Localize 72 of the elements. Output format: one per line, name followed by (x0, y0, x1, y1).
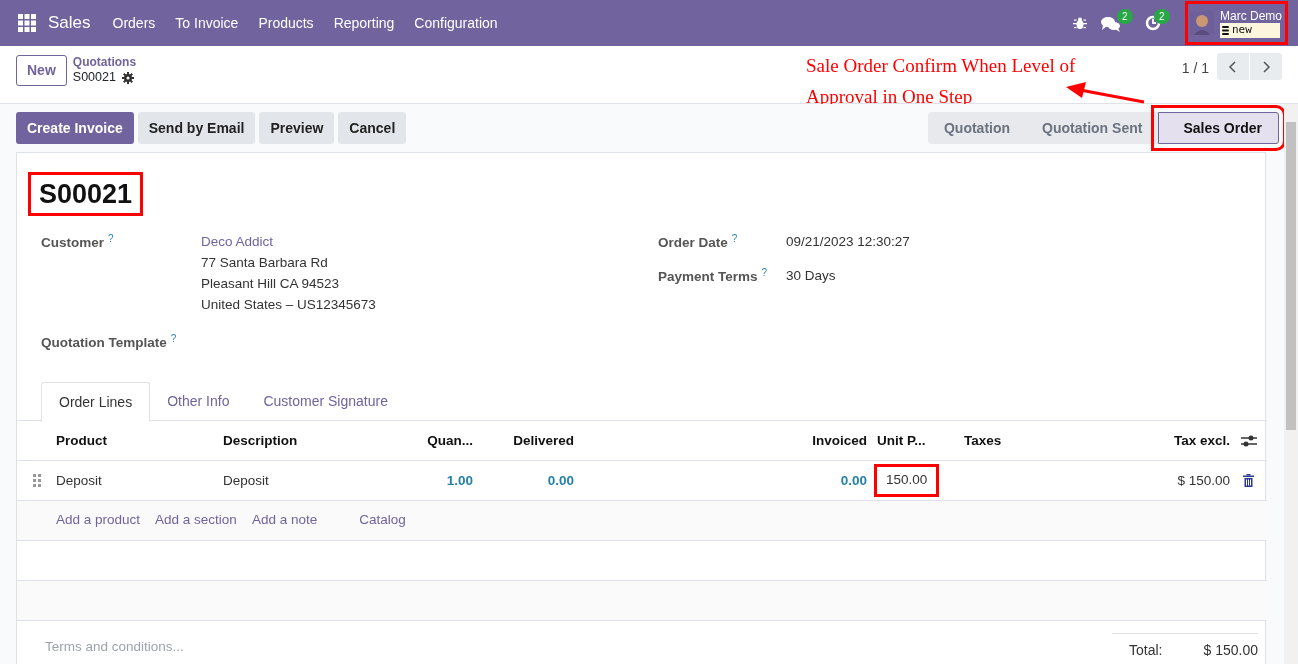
field-value: Pleasant Hill CA 94523 (201, 275, 341, 293)
action-button[interactable]: Create Invoice (16, 112, 134, 144)
menu-item[interactable]: To Invoice (165, 12, 249, 34)
action-button[interactable]: Preview (259, 112, 335, 144)
count-badge: 2 (1117, 9, 1133, 24)
user-menu[interactable]: Marc Demo new (1185, 1, 1288, 45)
next-button[interactable] (1250, 53, 1282, 80)
column-header[interactable]: Product (56, 432, 107, 448)
delete-icon[interactable] (1243, 474, 1254, 487)
clock-icon[interactable] (1145, 15, 1161, 31)
column-header[interactable]: Delivered (513, 432, 574, 448)
table-cell: 0.00 (547, 472, 574, 488)
field-value: 77 Santa Barbara Rd (201, 254, 329, 272)
column-header[interactable]: Tax excl. (1173, 432, 1230, 448)
help-mark[interactable]: ? (731, 233, 738, 245)
action-button[interactable]: Send by Email (137, 112, 256, 144)
breadcrumb-link[interactable]: Quotations (72, 55, 137, 70)
pager-value: 1 / 1 (1181, 59, 1209, 78)
field-label: Quotation Template (41, 334, 167, 352)
drag-handle-icon[interactable] (32, 474, 41, 487)
field-value: 30 Days (786, 267, 836, 285)
database-icon (1222, 25, 1229, 35)
record-title: S00021 (31, 175, 141, 213)
field-label: Payment Terms (658, 268, 758, 286)
record-name: S00021 (72, 70, 116, 85)
table-cell: 1.00 (446, 472, 473, 488)
total-value: $ 150.00 (1203, 641, 1258, 660)
table-cell-text: Deposit (56, 471, 102, 490)
scrollbar[interactable] (1284, 104, 1298, 664)
field-value: 09/21/2023 12:30:27 (786, 233, 910, 251)
table-cell: 0.00 (840, 472, 867, 488)
settings-icon[interactable] (121, 71, 134, 84)
field-label: Customer (41, 234, 104, 252)
field-label: Order Date (658, 234, 728, 252)
app-grid-icon[interactable] (18, 14, 36, 32)
database-name: new (1232, 23, 1252, 37)
add-line-link[interactable]: Add a product (56, 510, 141, 531)
menu-item[interactable]: Configuration (404, 12, 508, 34)
bug-icon[interactable] (1073, 16, 1087, 30)
column-header[interactable]: Taxes (964, 432, 1002, 448)
menu-item[interactable]: Reporting (323, 12, 405, 34)
catalog-link[interactable]: Catalog (359, 510, 406, 531)
new-button[interactable]: New (16, 55, 67, 86)
help-mark[interactable]: ? (108, 233, 114, 245)
customer-link[interactable]: Deco Addict (201, 231, 376, 252)
status-step[interactable]: Quotation (927, 112, 1027, 144)
field-value: United States – US12345673 (201, 296, 376, 314)
help-mark[interactable]: ? (170, 333, 177, 345)
chat-icon[interactable] (1101, 16, 1121, 32)
table-cell-text: Deposit (223, 471, 269, 490)
action-button[interactable]: Cancel (338, 112, 407, 144)
menu-item[interactable]: Products (248, 12, 324, 34)
menu-item[interactable]: Orders (102, 12, 166, 34)
tab[interactable]: Other Info (150, 382, 247, 421)
add-line-link[interactable]: Add a note (251, 510, 318, 531)
scrollbar-thumb[interactable] (1286, 122, 1296, 430)
tab[interactable]: Customer Signature (246, 382, 405, 421)
help-mark[interactable]: ? (761, 267, 768, 279)
column-header[interactable]: Description (223, 432, 298, 448)
count-badge: 2 (1154, 9, 1170, 24)
add-line-link[interactable]: Add a section (155, 510, 237, 531)
column-header[interactable]: Unit P... (877, 432, 926, 448)
user-name: Marc Demo (1220, 8, 1282, 23)
total-label: Total: (1129, 641, 1163, 660)
column-settings-icon[interactable] (1240, 433, 1257, 448)
status-step[interactable]: Quotation Sent (1026, 112, 1159, 144)
table-cell: 150.00 (877, 467, 937, 494)
tab[interactable]: Order Lines (41, 382, 151, 422)
app-name[interactable]: Sales (48, 10, 91, 36)
table-cell-text: $ 150.00 (1177, 471, 1230, 490)
column-header[interactable]: Quan... (427, 432, 473, 448)
column-header[interactable]: Invoiced (812, 432, 867, 448)
